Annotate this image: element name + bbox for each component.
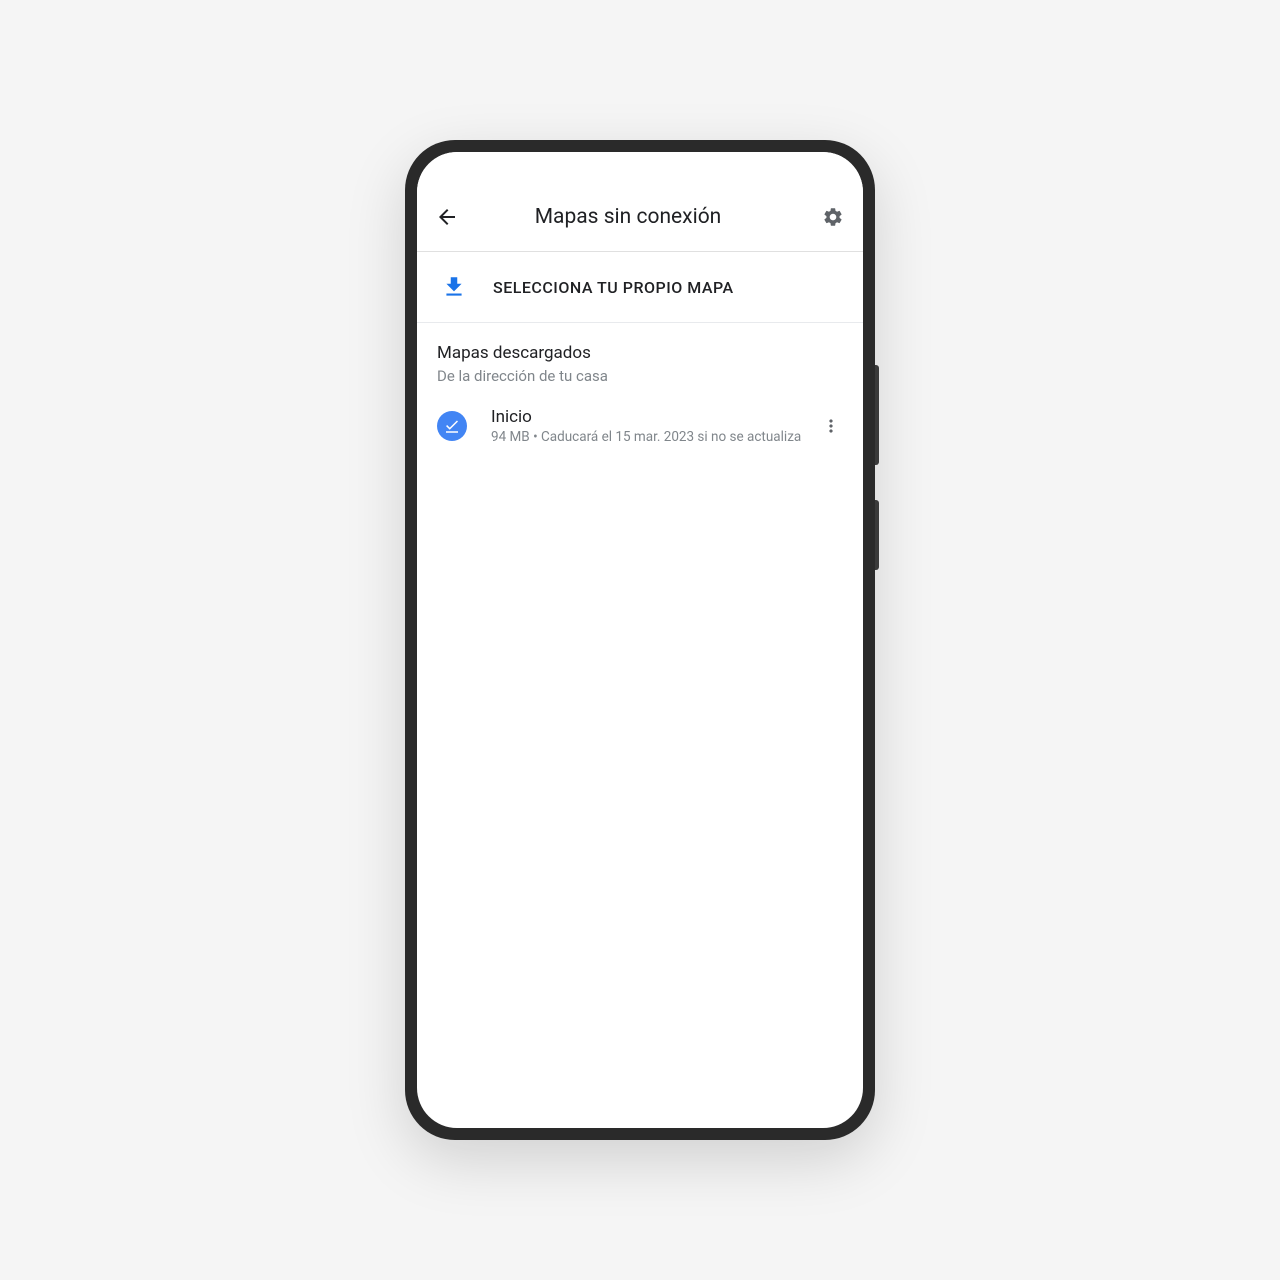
status-bar [417, 152, 863, 182]
app-header: Mapas sin conexión [417, 182, 863, 252]
phone-volume-button [875, 365, 879, 465]
downloaded-maps-title: Mapas descargados [437, 343, 843, 363]
map-item[interactable]: Inicio 94 MB • Caducará el 15 mar. 2023 … [417, 389, 863, 463]
map-details: 94 MB • Caducará el 15 mar. 2023 si no s… [491, 429, 819, 445]
phone-screen: Mapas sin conexión SELECCIONA TU PROPIO … [417, 152, 863, 1128]
check-underline-icon [437, 411, 467, 441]
phone-frame: Mapas sin conexión SELECCIONA TU PROPIO … [405, 140, 875, 1140]
select-own-map-label: SELECCIONA TU PROPIO MAPA [493, 278, 734, 297]
page-title: Mapas sin conexión [435, 205, 821, 229]
phone-power-button [875, 500, 879, 570]
map-info: Inicio 94 MB • Caducará el 15 mar. 2023 … [491, 407, 819, 445]
gear-icon [822, 206, 844, 228]
more-options-button[interactable] [819, 414, 843, 438]
map-name: Inicio [491, 407, 819, 427]
downloaded-maps-header: Mapas descargados De la dirección de tu … [417, 323, 863, 389]
downloaded-maps-subtitle: De la dirección de tu casa [437, 367, 843, 385]
download-icon [441, 274, 467, 300]
settings-button[interactable] [821, 205, 845, 229]
more-vert-icon [821, 416, 841, 436]
select-own-map-button[interactable]: SELECCIONA TU PROPIO MAPA [417, 252, 863, 323]
